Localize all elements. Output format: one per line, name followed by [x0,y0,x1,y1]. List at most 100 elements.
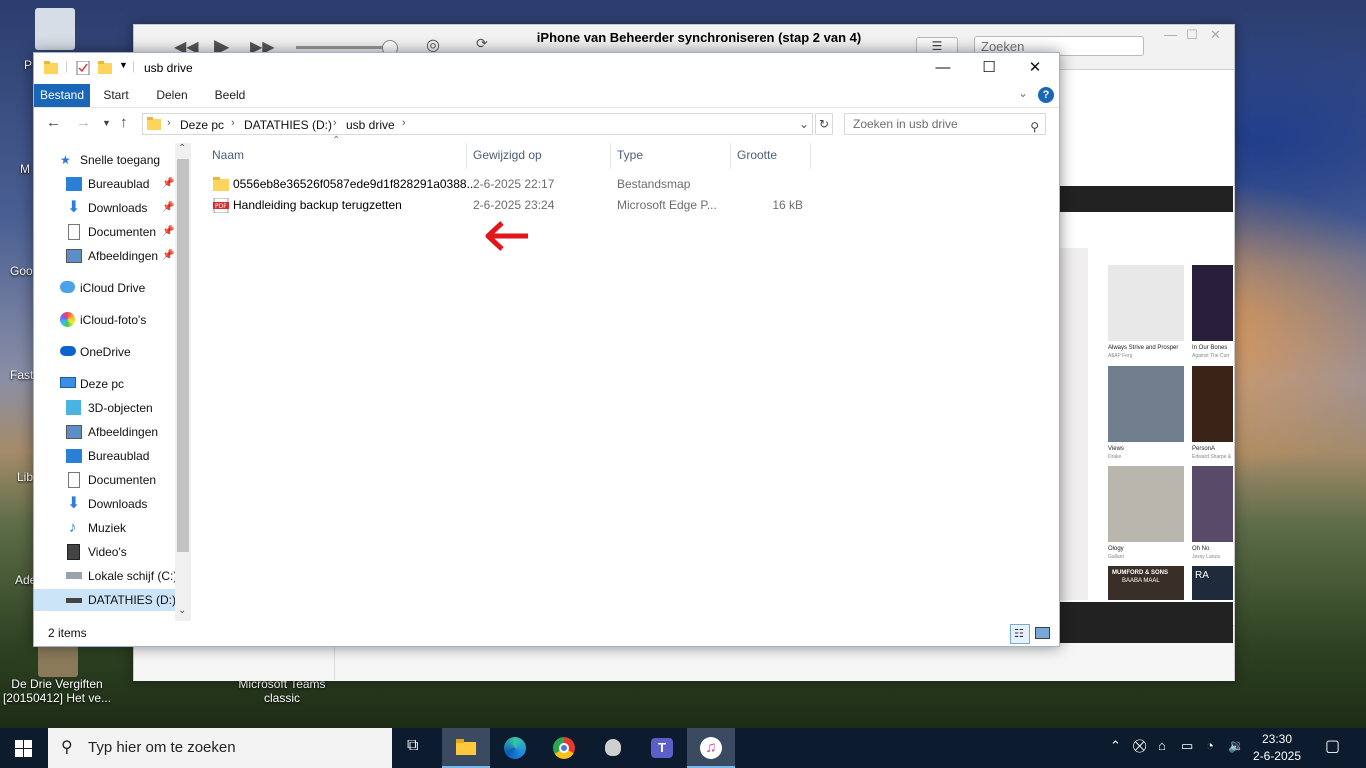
address-bar[interactable]: › Deze pc › DATATHIES (D:) › usb drive ›… [142,113,813,135]
tab-delen[interactable]: Delen [151,84,193,107]
folder-icon [147,117,161,130]
taskbar-file-explorer[interactable] [442,728,490,768]
chevron-right-icon[interactable]: › [333,117,337,129]
nav-datathies-d[interactable]: DATATHIES (D:) [34,589,176,611]
column-header-modified[interactable]: Gewijzigd op [473,143,542,167]
itunes-maximize-icon[interactable]: ☐ [1186,27,1198,43]
clock[interactable]: 23:30 2-6-2025 [1252,731,1302,765]
nav-pinned-bureaublad[interactable]: Bureaublad 📌 [66,173,176,195]
task-view-button[interactable]: ⧉ [392,728,440,768]
itunes-minimize-icon[interactable]: — [1164,27,1177,42]
column-separator[interactable] [730,143,731,169]
file-list: ⌃ Naam Gewijzigd op Type Grootte 0556eb8… [191,135,1059,621]
album-title: Oh No [1192,546,1210,552]
nav-pinned-downloads[interactable]: ⬇ Downloads 📌 [66,197,176,219]
column-header-name[interactable]: Naam [212,143,244,167]
album-cover[interactable] [1192,466,1233,542]
help-icon[interactable]: ? [1038,87,1054,103]
album-cover[interactable] [1192,265,1233,341]
nav-pinned-afbeeldingen[interactable]: Afbeeldingen 📌 [66,245,176,267]
album-artist: Jessy Lanza [1192,554,1220,560]
column-header-size[interactable]: Grootte [737,143,777,167]
show-hidden-icons-chevron[interactable]: ⌃ [1110,738,1121,754]
search-placeholder: Zoeken in usb drive [853,117,958,131]
taskbar-chrome[interactable] [540,728,588,768]
expand-ribbon-chevron-icon[interactable]: ⌄ [1018,86,1028,100]
address-dropdown-icon[interactable]: ⌄ [799,117,809,131]
maximize-button[interactable]: ☐ [966,53,1012,84]
desktop-icon-label: Goo [10,264,33,278]
pin-icon: 📌 [162,226,175,237]
album-cover[interactable] [1108,366,1184,442]
notifications-icon[interactable]: ▢ [1325,736,1340,756]
chevron-right-icon[interactable]: › [402,117,406,129]
taskbar-search-input[interactable]: ⚲ Typ hier om te zoeken [48,728,392,768]
forward-arrow-icon[interactable]: → [76,114,91,131]
up-arrow-icon[interactable]: ↑ [120,114,128,131]
tab-bestand[interactable]: Bestand [34,84,90,107]
taskbar-apple[interactable] [589,728,637,768]
properties-icon[interactable] [76,61,90,75]
nav-label: Snelle toegang [80,153,161,167]
column-separator[interactable] [610,143,611,169]
taskbar-teams[interactable]: T [638,728,686,768]
album-cover[interactable] [1192,366,1233,442]
breadcrumb-usb-drive[interactable]: usb drive [346,118,395,132]
teams-icon: T [651,738,673,758]
volume-icon[interactable]: 🔉 [1228,738,1244,754]
chevron-right-icon[interactable]: › [231,117,235,129]
minimize-button[interactable]: — [920,53,966,84]
scroll-up-icon[interactable]: ⌃ [178,143,186,154]
itunes-title: iPhone van Beheerder synchroniseren (sta… [536,30,862,45]
sort-ascending-icon: ⌃ [332,135,341,146]
battery-icon[interactable]: ▭ [1181,738,1193,754]
search-input[interactable]: Zoeken in usb drive ⚲ [844,113,1046,135]
table-row[interactable]: PDF Handleiding backup terugzetten 2-6-2… [211,195,803,216]
chevron-right-icon[interactable]: › [167,117,171,129]
volume-slider[interactable] [296,46,392,49]
start-button[interactable] [0,728,48,768]
refresh-button[interactable]: ↻ [815,113,833,135]
scroll-down-icon[interactable]: ⌄ [178,605,186,616]
separator: | [132,59,136,73]
computer-icon [60,377,76,388]
column-separator[interactable] [810,143,811,169]
taskbar-edge[interactable] [491,728,539,768]
album-title: Ology [1108,546,1124,552]
album-artist: Against The Curr [1192,353,1230,359]
column-header-type[interactable]: Type [617,143,643,167]
tab-beeld[interactable]: Beeld [208,84,252,107]
album-artist: Gallant [1108,554,1124,560]
close-button[interactable]: ✕ [1012,53,1058,84]
album-cover[interactable] [1108,265,1184,341]
breadcrumb-deze-pc[interactable]: Deze pc [180,118,224,132]
recent-locations-chevron-icon[interactable]: ▼ [102,118,111,128]
device-icon[interactable]: ⌂ [1158,738,1166,753]
large-icons-view-button[interactable] [1032,624,1052,644]
network-off-icon[interactable]: ⛒ [1133,738,1146,754]
document-icon [68,224,80,240]
customize-chevron-icon[interactable]: ▼ [119,60,128,70]
taskbar-itunes[interactable]: ♫ [687,728,735,768]
album-cover[interactable]: RA [1192,566,1233,600]
table-row[interactable]: 0556eb8e36526f0587ede9d1f828291a0388... … [211,174,791,195]
video-file-icon[interactable] [38,645,78,677]
wifi-icon[interactable]: ◔ [1206,738,1214,753]
file-explorer-window[interactable]: | ▼ | usb drive — ☐ ✕ Bestand Start Dele… [33,52,1060,647]
tab-start[interactable]: Start [96,84,136,107]
nav-pinned-documenten[interactable]: Documenten 📌 [66,221,176,243]
back-arrow-icon[interactable]: ← [46,114,61,131]
details-view-button[interactable]: ☷ [1010,624,1030,644]
album-cover[interactable]: MUMFORD & SONS BAABA MAAL [1108,566,1184,600]
new-folder-icon[interactable] [98,61,112,75]
recycle-bin-icon[interactable] [35,8,75,50]
album-title: In Our Bones [1192,345,1228,351]
itunes-close-icon[interactable]: ✕ [1210,27,1221,43]
breadcrumb-datathies[interactable]: DATATHIES (D:) [244,118,332,132]
album-cover[interactable] [1108,466,1184,542]
ribbon-tabs: Bestand Start Delen Beeld ⌄ ? [34,84,1059,108]
nav-label: Muziek [88,521,127,535]
address-bar-row: ← → ▼ ↑ › Deze pc › DATATHIES (D:) › usb… [34,109,1059,139]
column-separator[interactable] [466,143,467,169]
nav-scrollbar-thumb[interactable] [177,159,189,552]
